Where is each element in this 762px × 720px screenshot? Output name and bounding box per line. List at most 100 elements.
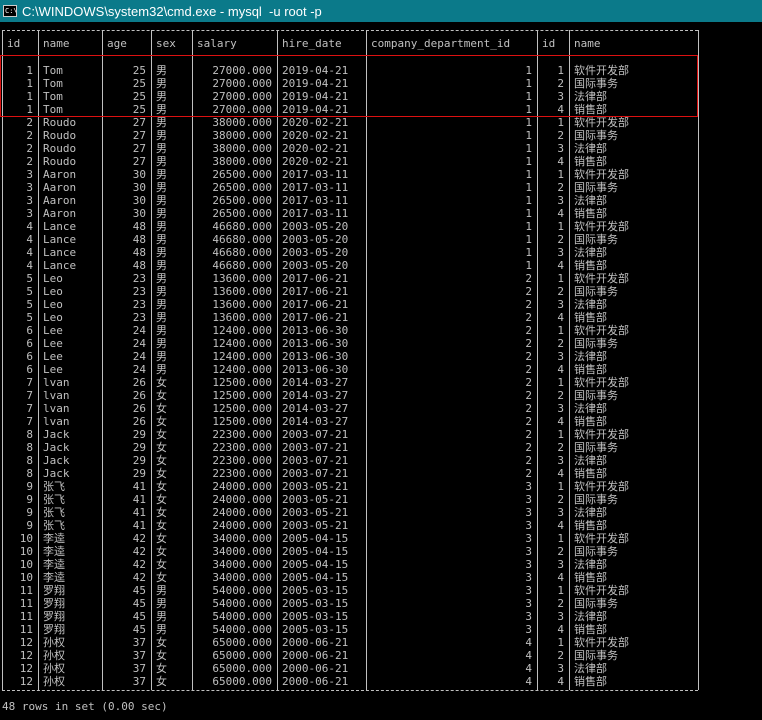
col-id: 2 [26, 129, 33, 142]
col-dept-id: 2 [557, 337, 564, 350]
table-row: 2 Roudo 27 男 38000.000 2020-02-21 1 4 销售部 [0, 155, 762, 168]
col-sex: 女 [156, 662, 167, 675]
col-dept-name: 软件开发部 [574, 428, 629, 441]
col-age: 37 [132, 675, 146, 688]
col-company-department-id: 1 [525, 116, 532, 129]
col-age: 23 [132, 272, 146, 285]
table-row: 11 罗翔 45 男 54000.000 2005-03-15 3 2 国际事务 [0, 597, 762, 610]
col-dept-id: 2 [557, 649, 564, 662]
table-row: 5 Leo 23 男 13600.000 2017-06-21 2 1 软件开发部 [0, 272, 762, 285]
window-titlebar[interactable]: C:\ C:\WINDOWS\system32\cmd.exe - mysql … [0, 0, 762, 22]
col-hire-date: 2020-02-21 [282, 142, 349, 155]
table-row: 10 李逵 42 女 34000.000 2005-04-15 3 1 软件开发部 [0, 532, 762, 545]
col-hire-date: 2003-05-20 [282, 246, 349, 259]
window-title: C:\WINDOWS\system32\cmd.exe - mysql -u r… [22, 3, 322, 19]
col-age: 25 [132, 64, 146, 77]
col-company-department-id: 1 [525, 233, 532, 246]
col-name: Aaron [43, 207, 77, 220]
col-sex: 男 [156, 311, 167, 324]
col-name: Leo [43, 311, 63, 324]
col-sex: 女 [156, 545, 167, 558]
col-sex: 男 [156, 233, 167, 246]
col-age: 48 [132, 259, 146, 272]
table-row: 8 Jack 29 女 22300.000 2003-07-21 2 2 国际事务 [0, 441, 762, 454]
col-id: 4 [26, 220, 33, 233]
col-id: 12 [19, 662, 33, 675]
col-company-department-id: 2 [525, 311, 532, 324]
col-age: 41 [132, 493, 146, 506]
col-name: 罗翔 [43, 597, 65, 610]
console-output[interactable]: id name age sex salary hire_date company_depar… [0, 22, 762, 720]
col-name: 罗翔 [43, 610, 65, 623]
col-hire-date: 2005-04-15 [282, 532, 349, 545]
table-row: 1 Tom 25 男 27000.000 2019-04-21 1 4 销售部 [0, 103, 762, 116]
col-dept-name: 法律部 [574, 298, 607, 311]
col-dept-id: 2 [557, 389, 564, 402]
col-age: 37 [132, 649, 146, 662]
table-row: 9 张飞 41 女 24000.000 2003-05-21 3 2 国际事务 [0, 493, 762, 506]
col-dept-id: 4 [557, 259, 564, 272]
col-id: 4 [26, 233, 33, 246]
col-dept-name: 软件开发部 [574, 636, 629, 649]
col-dept-id: 4 [557, 415, 564, 428]
col-name: Tom [43, 90, 63, 103]
col-name: Tom [43, 77, 63, 90]
col-sex: 女 [156, 428, 167, 441]
col-salary: 27000.000 [212, 103, 272, 116]
col-id: 12 [19, 675, 33, 688]
col-sex: 男 [156, 259, 167, 272]
col-hire-date: 2014-03-27 [282, 389, 349, 402]
col-name: 孙权 [43, 649, 65, 662]
table-header: id name age sex salary hire_date company_depar… [0, 37, 762, 50]
col-id: 3 [26, 207, 33, 220]
col-name: 李逵 [43, 571, 65, 584]
col-hire-date: 2020-02-21 [282, 155, 349, 168]
col-age: 41 [132, 519, 146, 532]
col-name: Lance [43, 233, 77, 246]
col-name: Leo [43, 272, 63, 285]
col-company-department-id: 1 [525, 168, 532, 181]
col-dept-id: 4 [557, 519, 564, 532]
col-sex: 男 [156, 103, 167, 116]
table-row: 9 张飞 41 女 24000.000 2003-05-21 3 1 软件开发部 [0, 480, 762, 493]
col-hire-date: 2003-07-21 [282, 441, 349, 454]
col-salary: 12400.000 [212, 324, 272, 337]
col-hire-date: 2005-03-15 [282, 610, 349, 623]
col-age: 29 [132, 467, 146, 480]
col-id: 8 [26, 454, 33, 467]
col-company-department-id: company_department_id [371, 37, 511, 50]
col-sex: 男 [156, 64, 167, 77]
col-age: 37 [132, 662, 146, 675]
col-dept-name: 法律部 [574, 90, 607, 103]
table-row: 6 Lee 24 男 12400.000 2013-06-30 2 1 软件开发部 [0, 324, 762, 337]
col-company-department-id: 2 [525, 415, 532, 428]
col-id: 1 [26, 90, 33, 103]
col-age: 41 [132, 506, 146, 519]
col-dept-name: 国际事务 [574, 649, 618, 662]
col-age: 26 [132, 389, 146, 402]
col-id: 1 [26, 77, 33, 90]
col-age: 37 [132, 636, 146, 649]
col-dept-name: 销售部 [574, 415, 607, 428]
col-id: 3 [26, 194, 33, 207]
col-salary: 12400.000 [212, 350, 272, 363]
col-name: Tom [43, 64, 63, 77]
col-dept-id: 1 [557, 116, 564, 129]
col-salary: 26500.000 [212, 168, 272, 181]
col-name: name [43, 37, 70, 50]
col-dept-id: 3 [557, 246, 564, 259]
column-separator [102, 30, 103, 690]
col-salary: 46680.000 [212, 259, 272, 272]
col-age: 25 [132, 77, 146, 90]
col-id: 11 [19, 597, 33, 610]
col-company-department-id: 3 [525, 584, 532, 597]
col-name: Lee [43, 337, 63, 350]
table-row: 12 孙权 37 女 65000.000 2000-06-21 4 4 销售部 [0, 675, 762, 688]
col-hire-date: 2005-04-15 [282, 571, 349, 584]
col-name: 张飞 [43, 519, 65, 532]
col-dept-id: 3 [557, 454, 564, 467]
col-dept-id: 4 [557, 103, 564, 116]
col-age: 24 [132, 337, 146, 350]
col-salary: 12500.000 [212, 415, 272, 428]
col-age: 29 [132, 441, 146, 454]
